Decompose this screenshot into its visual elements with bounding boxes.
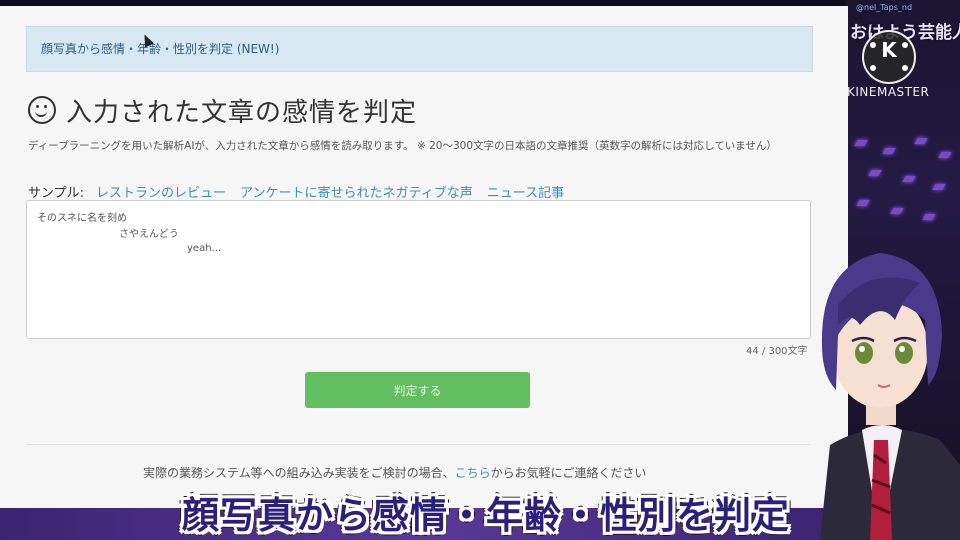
samples-label: サンプル: [28, 186, 84, 201]
web-page: 顔写真から感情・年齢・性別を判定 (NEW!) 入力された文章の感情を判定 ディ… [0, 6, 848, 510]
contact-footer: 実際の業務システム等への組み込み実装をご検討の場合、こちらからお気軽にご連絡くだ… [143, 464, 646, 481]
textarea-line: yeah... [187, 243, 222, 254]
page-title: 入力された文章の感情を判定 [66, 97, 418, 128]
footer-suffix: からお気軽にご連絡ください [490, 466, 647, 480]
contact-link[interactable]: こちら [455, 466, 491, 480]
textarea-line: そのスネに名を刻め [37, 213, 127, 224]
channel-handle: @nel_Taps_nd [856, 3, 913, 12]
sample-link-news[interactable]: ニュース記事 [487, 182, 564, 201]
divider [26, 444, 811, 445]
kinemaster-watermark: KINEMASTER [847, 85, 930, 99]
new-feature-banner[interactable]: 顔写真から感情・年齢・性別を判定 (NEW!) [26, 26, 813, 72]
video-caption: 顔写真から感情・年齢・性別を判定 [182, 494, 790, 537]
sample-link-restaurant[interactable]: レストランのレビュー [96, 182, 226, 201]
footer-prefix: 実際の業務システム等への組み込み実装をご検討の場合、 [143, 466, 455, 480]
text-input-area[interactable]: そのスネに名を刻め さやえんどう yeah... [26, 200, 811, 339]
analyze-button[interactable]: 判定する [305, 372, 530, 408]
sample-link-survey[interactable]: アンケートに寄せられたネガティブな声 [240, 182, 473, 201]
smiley-icon [28, 96, 56, 124]
banner-text[interactable]: 顔写真から感情・年齢・性別を判定 (NEW!) [41, 40, 279, 57]
page-heading: 入力された文章の感情を判定 [28, 90, 417, 130]
video-frame: 顔写真から感情・年齢・性別を判定 (NEW!) 入力された文章の感情を判定 ディ… [0, 0, 960, 540]
kinemaster-logo-icon: K [862, 30, 916, 84]
sample-links: サンプル: レストランのレビュー アンケートに寄せられたネガティブな声 ニュース… [28, 182, 578, 201]
textarea-line: さやえんどう [119, 229, 179, 240]
character-counter: 44 / 300文字 [746, 346, 808, 357]
analyze-button-label: 判定する [393, 383, 442, 398]
description: ディープラーニングを用いた解析AIが、入力された文章から感情を読み取ります。 ※… [28, 140, 777, 152]
